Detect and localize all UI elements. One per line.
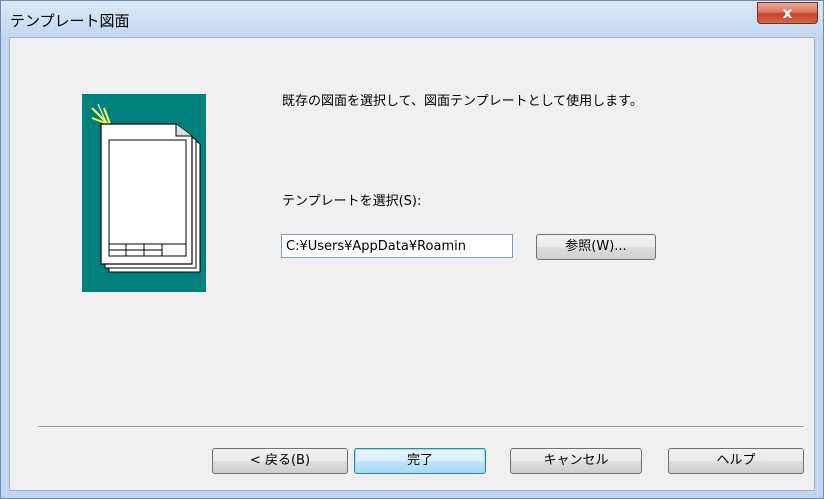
sparkle-icon [91, 103, 111, 127]
dialog-window: テンプレート図面 x 既存の図面を選択して、図面テンプレートとして使用します。 … [0, 0, 824, 499]
close-button[interactable]: x [757, 2, 818, 24]
template-illustration [82, 94, 206, 292]
title-bar[interactable]: テンプレート図面 x [1, 1, 823, 37]
back-button[interactable]: < 戻る(B) [212, 448, 348, 474]
window-title: テンプレート図面 [10, 12, 130, 30]
dialog-content: 既存の図面を選択して、図面テンプレートとして使用します。 テンプレートを選択(S… [9, 37, 815, 491]
cancel-button[interactable]: キャンセル [510, 448, 642, 474]
template-path-input[interactable] [281, 234, 513, 258]
description-text: 既存の図面を選択して、図面テンプレートとして使用します。 [282, 94, 643, 109]
template-select-label: テンプレートを選択(S): [282, 194, 422, 209]
browse-button[interactable]: 参照(W)... [536, 234, 656, 260]
template-document-icon [91, 103, 201, 273]
finish-button[interactable]: 完了 [354, 448, 486, 474]
footer-separator [38, 426, 804, 428]
help-button[interactable]: ヘルプ [668, 448, 804, 474]
close-icon: x [782, 4, 793, 22]
